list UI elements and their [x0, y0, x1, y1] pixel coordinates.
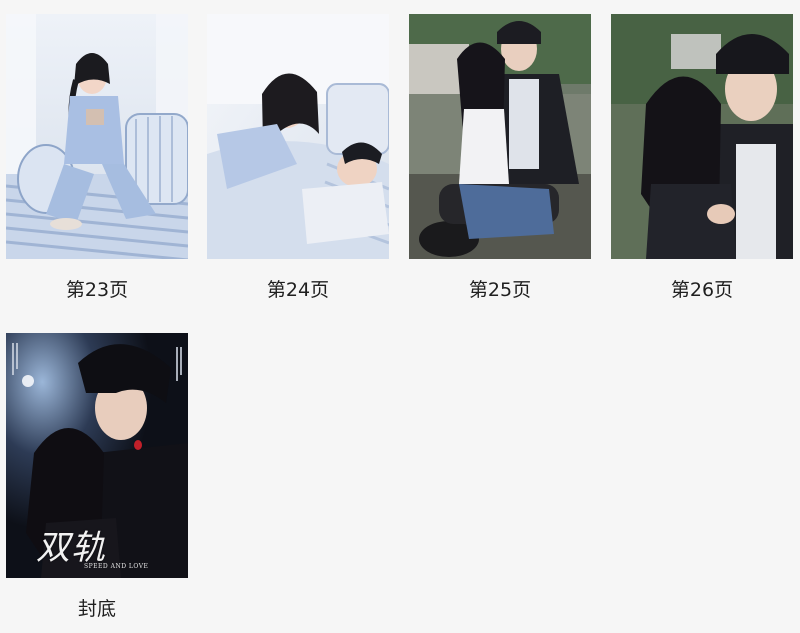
- page-tile-23[interactable]: 第23页: [6, 14, 188, 301]
- page-label: 第26页: [670, 279, 734, 301]
- page-label: 第24页: [266, 279, 330, 301]
- page-tile-24[interactable]: 第24页: [207, 14, 389, 301]
- page-tile-back-cover[interactable]: 双轨 SPEED AND LOVE 封底: [6, 333, 188, 620]
- page-thumbnail-image[interactable]: [611, 14, 793, 259]
- page-label: 封底: [77, 598, 116, 620]
- page-tile-26[interactable]: 第26页: [611, 14, 793, 301]
- page-label: 第23页: [65, 279, 129, 301]
- page-thumbnail-image[interactable]: [207, 14, 389, 259]
- cover-title: 双轨: [36, 528, 106, 568]
- page-thumbnail-image[interactable]: [409, 14, 591, 259]
- cover-subtitle: SPEED AND LOVE: [84, 563, 149, 570]
- page-thumbnail-image[interactable]: [6, 14, 188, 259]
- page-tile-25[interactable]: 第25页: [409, 14, 591, 301]
- page-thumbnail-image[interactable]: 双轨 SPEED AND LOVE: [6, 333, 188, 578]
- page-thumbnail-grid: 第23页 第24页 第25页 第26页 双轨 SPEED AND LOVE 封底: [0, 0, 800, 633]
- page-label: 第25页: [468, 279, 532, 301]
